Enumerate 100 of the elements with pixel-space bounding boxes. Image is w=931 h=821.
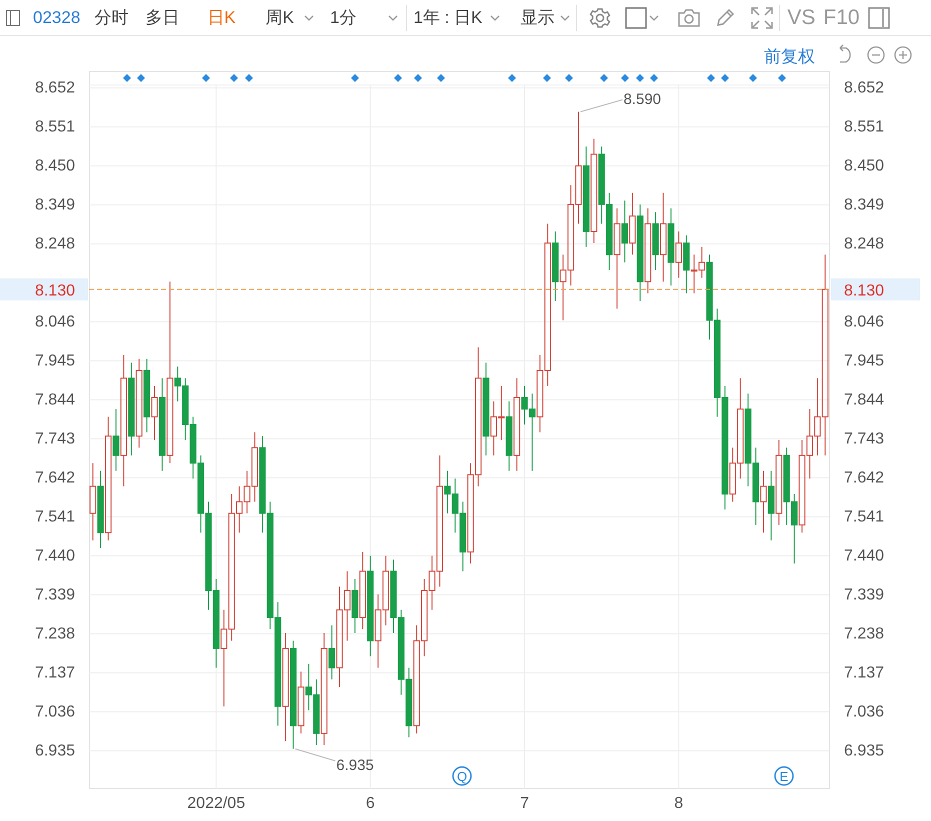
candlestick (768, 470, 774, 541)
price-axis-label: 7.238 (34, 625, 75, 642)
sidebar-toggle-icon[interactable] (6, 10, 20, 26)
price-axis-label: 7.945 (844, 352, 884, 370)
price-axis-label: 6.935 (34, 742, 75, 760)
price-axis-label: 8.652 (34, 79, 75, 96)
price-axis-label: 8.652 (844, 79, 884, 96)
candlestick (514, 378, 520, 472)
period-tab[interactable]: 周K (266, 6, 314, 29)
candlestick (590, 138, 598, 244)
price-axis-label: 8.248 (844, 235, 884, 252)
price-axis-label: 7.238 (844, 625, 884, 642)
date-axis-label: 8 (674, 795, 684, 812)
candlestick (352, 578, 358, 634)
price-axis-label: 7.642 (844, 469, 884, 486)
price-axis-label: 7.541 (844, 508, 884, 526)
price-axis-label: 8.551 (34, 118, 75, 136)
candlestick (652, 212, 659, 271)
display-dropdown[interactable]: 显示 (520, 6, 570, 29)
candlestick (367, 555, 374, 657)
price-axis-label: 7.844 (844, 391, 884, 408)
price-axis-label: 6.935 (844, 742, 884, 760)
candlestick (582, 146, 590, 248)
candlestick (144, 358, 150, 433)
candlestick (359, 551, 366, 630)
period-tab[interactable]: 1分 (330, 6, 398, 29)
undo-icon[interactable] (839, 44, 851, 63)
price-axis-label: 7.743 (34, 430, 75, 448)
price-axis-label: 8.450 (34, 157, 75, 174)
candlestick (776, 439, 782, 526)
candlestick (166, 281, 174, 464)
caret-icon (490, 14, 500, 20)
candlestick (120, 354, 127, 487)
candlestick (644, 208, 652, 294)
price-axis-label: 7.541 (34, 508, 75, 526)
candlestick (128, 362, 135, 456)
zoom-out-icon[interactable] (867, 46, 885, 64)
candlestick (660, 192, 667, 282)
price-axis-label: 7.339 (34, 586, 75, 604)
low-price-annotation: 6.935 (336, 756, 374, 774)
date-axis-label: 7 (520, 795, 529, 812)
candlestick (97, 470, 104, 549)
event-badge[interactable]: Q (452, 766, 472, 786)
candlestick (328, 624, 336, 680)
candlestick (760, 470, 767, 534)
candlestick (112, 408, 120, 472)
event-badge[interactable]: E (774, 766, 794, 786)
candlestick (90, 462, 96, 541)
candlestick (614, 208, 620, 310)
candlestick (104, 416, 112, 541)
adjust-mode-link[interactable]: 前复权 (764, 47, 815, 66)
price-axis-label: 7.137 (844, 664, 884, 682)
period-tab[interactable]: 多日 (145, 6, 180, 29)
price-axis-label: 7.945 (34, 352, 75, 370)
fullscreen-icon[interactable] (751, 6, 774, 28)
camera-icon[interactable] (677, 8, 702, 28)
candlestick (636, 204, 644, 302)
candlestick (668, 208, 674, 286)
side-panel-icon[interactable] (868, 6, 890, 28)
price-axis-label: 7.743 (844, 430, 884, 448)
chart-style-dropdown-icon[interactable] (625, 6, 660, 28)
price-axis-label: 7.036 (844, 703, 884, 720)
leader-line (294, 748, 336, 762)
candlestick (298, 671, 304, 734)
price-axis-label: 8.551 (844, 118, 884, 136)
candlestick (621, 200, 628, 263)
pencil-icon[interactable] (715, 8, 736, 28)
price-axis-label: 8.349 (34, 196, 75, 214)
period-tab[interactable]: 分时 (94, 6, 128, 29)
caret-icon (560, 14, 570, 20)
candlestick (506, 400, 512, 472)
price-axis-label: 8.349 (844, 196, 884, 214)
current-price-label: 8.130 (844, 282, 884, 300)
candlestick (282, 632, 289, 742)
stock-code: 02328 (33, 8, 80, 28)
price-axis-label: 7.339 (844, 586, 884, 604)
price-axis-label: 7.642 (34, 469, 75, 486)
candlestick (290, 640, 297, 750)
current-price-label: 8.130 (34, 282, 75, 300)
settings-icon[interactable] (589, 6, 612, 28)
high-price-annotation: 8.590 (623, 90, 662, 108)
range-dropdown[interactable]: 1年 : 日K (413, 6, 500, 29)
price-axis-label: 7.440 (34, 547, 75, 564)
candlestick (683, 234, 690, 294)
price-axis-label: 8.046 (844, 313, 884, 330)
candlestick (151, 385, 158, 440)
price-axis-label: 7.440 (844, 547, 884, 564)
date-axis-label: 2022/05 (187, 795, 246, 812)
leader-line (580, 99, 623, 112)
price-axis-label: 7.036 (34, 703, 75, 720)
candlestick (629, 192, 636, 256)
candlestick (552, 230, 559, 302)
zoom-in-icon[interactable] (894, 46, 912, 64)
candlestick (482, 362, 490, 456)
date-axis-label: 6 (366, 795, 375, 812)
price-axis-label: 7.844 (34, 391, 75, 408)
price-axis-label: 8.046 (34, 313, 75, 330)
candlestick (136, 358, 142, 448)
candlestick (158, 378, 166, 472)
price-axis-label: 8.248 (34, 235, 75, 252)
